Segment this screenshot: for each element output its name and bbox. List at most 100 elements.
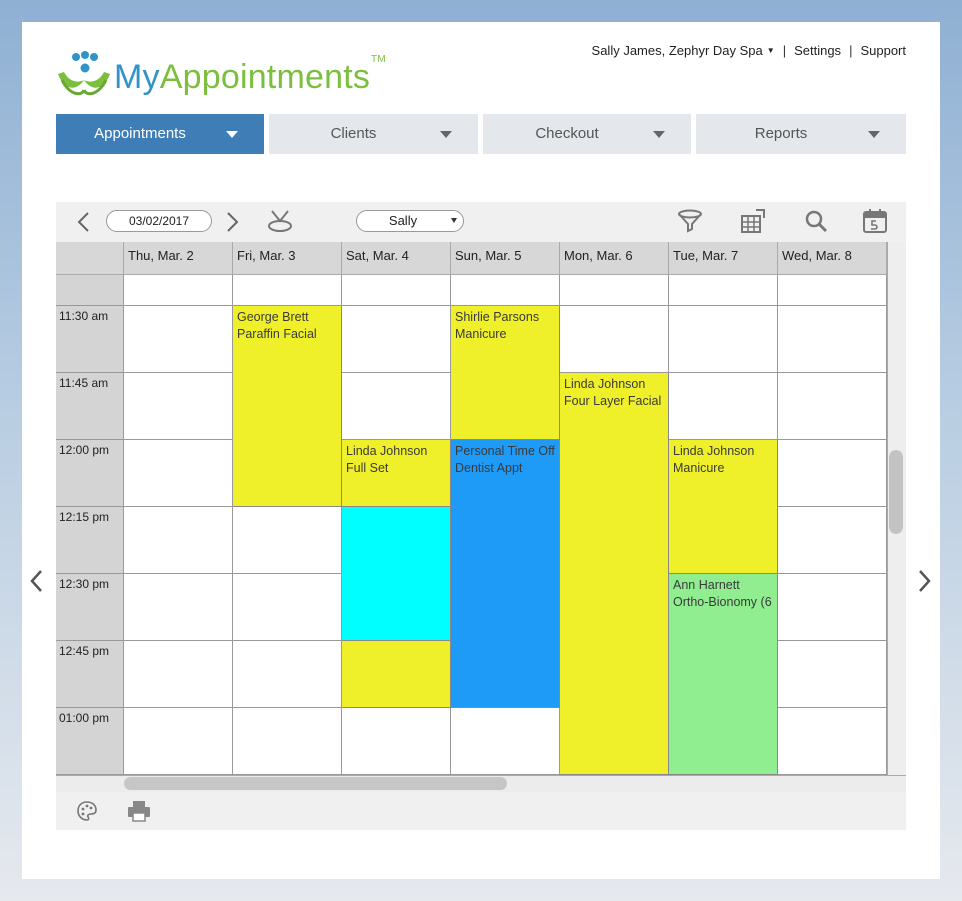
divider: | bbox=[849, 43, 853, 58]
appointment-service: Manicure bbox=[455, 327, 507, 341]
time-slot-cell[interactable] bbox=[778, 507, 887, 574]
appointment-client: Shirlie Parsons bbox=[455, 310, 540, 324]
calendar-grid: Thu, Mar. 2 Fri, Mar. 3 Sat, Mar. 4 Sun,… bbox=[56, 242, 906, 792]
time-slot-cell[interactable] bbox=[342, 708, 451, 775]
day-header[interactable]: Mon, Mar. 6 bbox=[560, 242, 669, 275]
appointment-service: Paraffin Facial bbox=[237, 327, 317, 341]
previous-date-icon[interactable] bbox=[76, 211, 90, 233]
time-slot-cell[interactable] bbox=[560, 275, 669, 306]
time-slot-label: 12:00 pm bbox=[56, 440, 124, 507]
time-slot-cell[interactable] bbox=[233, 641, 342, 708]
time-slot-cell[interactable] bbox=[778, 306, 887, 373]
appointment-block[interactable]: Linda Johnson Four Layer Facial bbox=[560, 373, 669, 775]
time-slot-label: 11:30 am bbox=[56, 306, 124, 373]
time-slot-cell[interactable] bbox=[124, 574, 233, 641]
appointment-block[interactable]: Ann Harnett Ortho-Bionomy (6 bbox=[669, 574, 778, 775]
horizontal-scroll-thumb[interactable] bbox=[124, 777, 507, 790]
time-slot-cell[interactable] bbox=[124, 306, 233, 373]
search-icon[interactable] bbox=[804, 209, 828, 233]
next-week-arrow-icon[interactable] bbox=[917, 568, 933, 594]
time-slot-cell[interactable] bbox=[124, 373, 233, 440]
grid-view-icon[interactable] bbox=[740, 208, 766, 234]
day-header[interactable]: Fri, Mar. 3 bbox=[233, 242, 342, 275]
logo-hands-icon bbox=[58, 51, 110, 96]
appointment-service: Dentist Appt bbox=[455, 461, 523, 475]
staff-select-value: Sally bbox=[388, 213, 418, 228]
appointment-client: Personal Time Off bbox=[455, 444, 555, 458]
palette-icon[interactable] bbox=[76, 800, 98, 822]
filter-icon[interactable] bbox=[677, 209, 703, 233]
calendar-toolbar: 03/02/2017 Sally bbox=[56, 202, 906, 242]
caret-down-icon bbox=[451, 218, 457, 223]
time-slot-cell[interactable] bbox=[778, 373, 887, 440]
appointment-client: George Brett bbox=[237, 310, 309, 324]
appointment-client: Linda Johnson bbox=[673, 444, 755, 458]
print-icon[interactable] bbox=[126, 799, 152, 823]
time-slot-cell[interactable] bbox=[342, 306, 451, 373]
time-slot-cell[interactable] bbox=[778, 275, 887, 306]
time-slot-cell[interactable] bbox=[124, 507, 233, 574]
appointment-block[interactable]: Linda Johnson Manicure bbox=[669, 440, 778, 574]
time-slot-cell[interactable] bbox=[233, 708, 342, 775]
appointment-block[interactable] bbox=[342, 641, 451, 708]
time-slot-cell[interactable] bbox=[233, 574, 342, 641]
appointment-block[interactable] bbox=[342, 507, 451, 641]
support-link[interactable]: Support bbox=[860, 43, 906, 58]
settings-link[interactable]: Settings bbox=[794, 43, 841, 58]
app-panel: MyAppointmentsTM Sally James, Zephyr Day… bbox=[22, 22, 940, 879]
appointment-block[interactable]: George Brett Paraffin Facial bbox=[233, 306, 342, 507]
time-slot-cell[interactable] bbox=[669, 373, 778, 440]
main-nav: Appointments Clients Checkout Reports bbox=[56, 114, 906, 154]
day-header[interactable]: Tue, Mar. 7 bbox=[669, 242, 778, 275]
time-slot-cell[interactable] bbox=[342, 373, 451, 440]
time-slot-cell[interactable] bbox=[669, 306, 778, 373]
brand-name-part1: My bbox=[114, 58, 160, 96]
user-menu-label: Sally James, Zephyr Day Spa bbox=[591, 43, 763, 58]
time-slot-cell[interactable] bbox=[669, 275, 778, 306]
appointment-service: Full Set bbox=[346, 461, 389, 475]
nav-appointments[interactable]: Appointments bbox=[56, 114, 264, 154]
time-slot-cell[interactable] bbox=[124, 708, 233, 775]
appointment-block[interactable]: Shirlie Parsons Manicure bbox=[451, 306, 560, 440]
calendar-icon[interactable] bbox=[862, 208, 888, 234]
date-picker-input[interactable]: 03/02/2017 bbox=[106, 210, 212, 232]
time-slot-cell[interactable] bbox=[560, 306, 669, 373]
appointment-client: Linda Johnson bbox=[564, 377, 646, 391]
staff-select[interactable]: Sally bbox=[356, 210, 464, 232]
day-header[interactable]: Sun, Mar. 5 bbox=[451, 242, 560, 275]
time-slot-cell[interactable] bbox=[233, 507, 342, 574]
appointment-block[interactable]: Linda Johnson Full Set bbox=[342, 440, 451, 507]
day-header[interactable]: Thu, Mar. 2 bbox=[124, 242, 233, 275]
appointment-service: Four Layer Facial bbox=[564, 394, 662, 408]
time-slot-cell[interactable] bbox=[778, 440, 887, 507]
today-icon[interactable] bbox=[266, 209, 294, 235]
time-slot-label: 12:45 pm bbox=[56, 641, 124, 708]
time-slot-cell[interactable] bbox=[778, 641, 887, 708]
brand-name-part2: Appointments bbox=[159, 58, 371, 96]
time-slot-cell[interactable] bbox=[124, 641, 233, 708]
time-slot-label: 11:45 am bbox=[56, 373, 124, 440]
time-slot-label bbox=[56, 275, 124, 306]
user-menu[interactable]: Sally James, Zephyr Day Spa ▼ bbox=[592, 43, 775, 58]
time-slot-cell[interactable] bbox=[233, 275, 342, 306]
dropdown-arrow-icon bbox=[653, 131, 665, 138]
time-slot-cell[interactable] bbox=[778, 708, 887, 775]
brand-logo[interactable]: MyAppointmentsTM bbox=[56, 50, 416, 100]
time-slot-cell[interactable] bbox=[451, 708, 560, 775]
time-slot-cell[interactable] bbox=[451, 275, 560, 306]
day-header[interactable]: Wed, Mar. 8 bbox=[778, 242, 887, 275]
time-slot-cell[interactable] bbox=[124, 275, 233, 306]
time-slot-cell[interactable] bbox=[124, 440, 233, 507]
vertical-scroll-thumb[interactable] bbox=[889, 450, 903, 534]
nav-checkout[interactable]: Checkout bbox=[483, 114, 691, 154]
time-slot-cell[interactable] bbox=[342, 275, 451, 306]
nav-clients[interactable]: Clients bbox=[269, 114, 478, 154]
previous-week-arrow-icon[interactable] bbox=[28, 568, 44, 594]
nav-label: Reports bbox=[754, 125, 808, 142]
time-slot-cell[interactable] bbox=[778, 574, 887, 641]
caret-down-icon: ▼ bbox=[766, 46, 775, 55]
day-header[interactable]: Sat, Mar. 4 bbox=[342, 242, 451, 275]
appointment-block[interactable]: Personal Time Off Dentist Appt bbox=[451, 440, 560, 708]
nav-reports[interactable]: Reports bbox=[696, 114, 906, 154]
next-date-icon[interactable] bbox=[226, 211, 240, 233]
